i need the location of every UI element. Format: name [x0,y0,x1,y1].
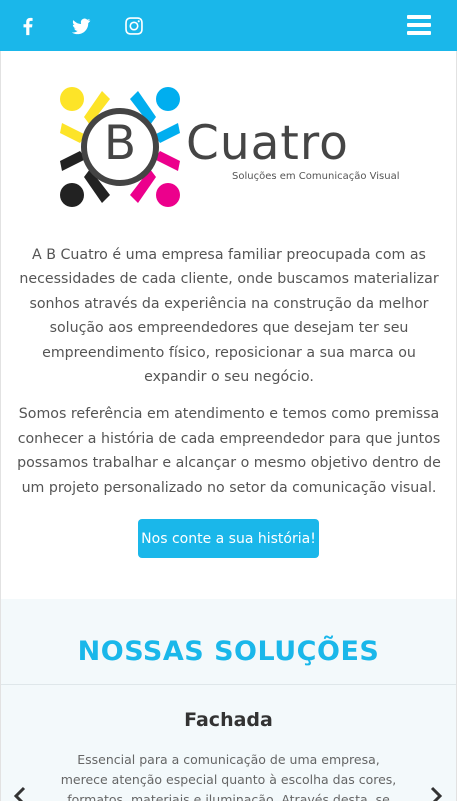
instagram-icon[interactable] [123,15,145,37]
section-title: NOSSAS SOLUÇÕES [77,636,380,667]
menu-line [407,31,431,35]
tell-your-story-button[interactable]: Nos conte a sua história! [138,519,319,558]
facebook-icon[interactable] [17,15,39,37]
top-bar [0,0,457,51]
chevron-right-icon[interactable] [428,786,444,801]
hamburger-menu-icon[interactable] [407,15,431,36]
menu-line [407,23,431,27]
menu-line [407,15,431,19]
about-paragraph: Somos referência em atendimento e temos … [17,406,441,496]
social-links [0,15,176,37]
logo-title: Cuatro [186,116,349,171]
logo-letter-b: B [103,116,137,171]
about-section: A B Cuatro é uma empresa familiar preocu… [14,243,444,513]
solution-card-title: Fachada [184,709,273,731]
logo-subtitle: Soluções em Comunicação Visual [232,171,400,182]
divider [1,684,456,685]
solution-card-text: Essencial para a comunicação de uma empr… [60,752,397,801]
twitter-icon[interactable] [70,15,92,37]
about-paragraph: A B Cuatro é uma empresa familiar preocu… [19,247,439,386]
chevron-left-icon[interactable] [12,786,28,801]
